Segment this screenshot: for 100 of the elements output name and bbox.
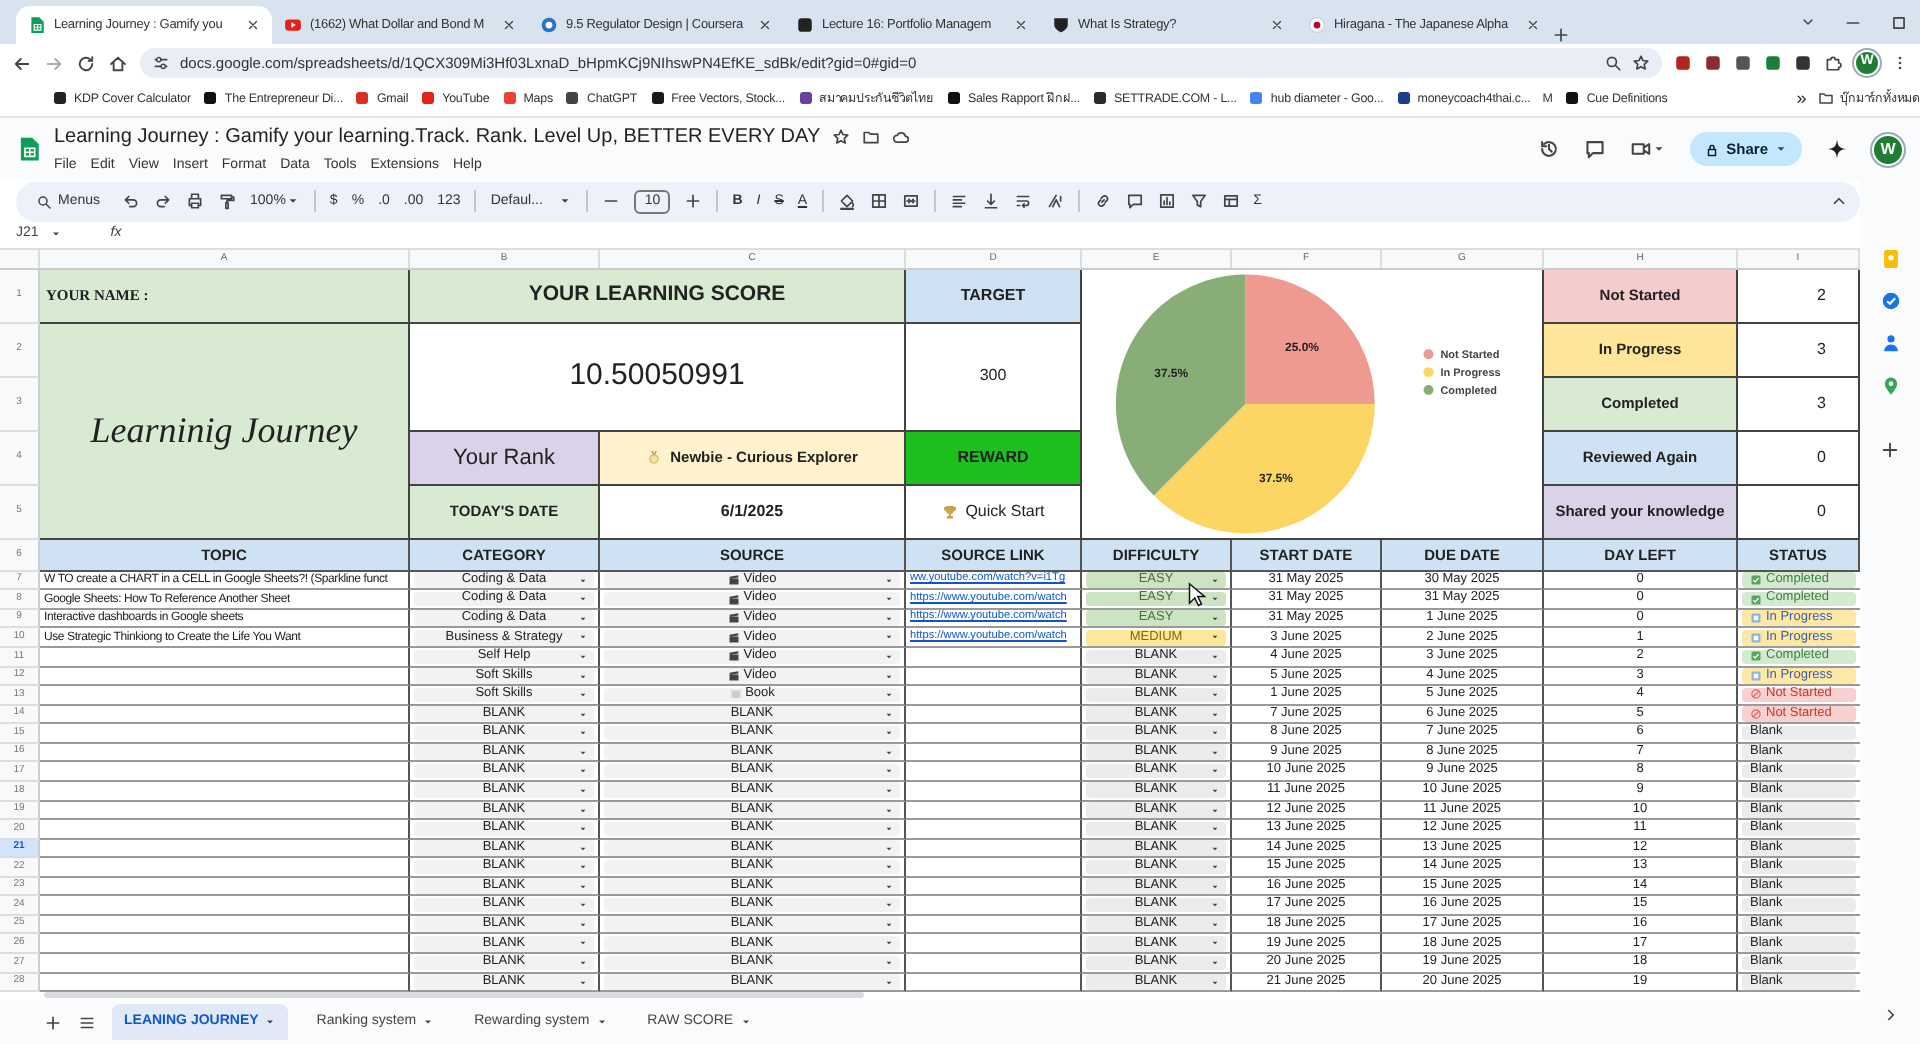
clapperboard-icon <box>727 650 740 663</box>
folder-icon[interactable] <box>862 127 881 146</box>
caret-icon <box>264 1016 277 1029</box>
add-icon[interactable] <box>1880 440 1900 460</box>
checkbox-icon <box>1750 593 1762 606</box>
tasks-icon[interactable] <box>1879 290 1901 312</box>
status-count: 3 <box>1738 377 1860 432</box>
map-pin-icon[interactable] <box>1879 374 1901 396</box>
fill-color-icon[interactable] <box>837 192 856 211</box>
chart-icon[interactable] <box>1157 192 1176 211</box>
site-icon <box>420 90 437 107</box>
close-icon[interactable] <box>1270 18 1284 32</box>
text-rotate-icon[interactable] <box>1045 192 1064 211</box>
plus-icon[interactable] <box>684 192 703 211</box>
caret-icon <box>422 1016 435 1029</box>
play-icon <box>284 16 302 34</box>
close-icon[interactable] <box>758 18 772 32</box>
caret-icon <box>1774 142 1788 156</box>
add-sheet-icon[interactable] <box>44 1013 62 1032</box>
site-icon <box>501 90 518 107</box>
bookmark-star-icon[interactable] <box>1632 54 1650 72</box>
align-icon[interactable] <box>949 192 968 211</box>
close-icon[interactable] <box>502 18 516 32</box>
link-icon[interactable] <box>1093 192 1112 211</box>
filter-icon[interactable] <box>1189 192 1208 211</box>
circle-icon <box>540 16 558 34</box>
text-wrap-icon[interactable] <box>1013 192 1032 211</box>
reward-value: Quick Start <box>965 499 1045 524</box>
status-count: 2 <box>1738 269 1860 324</box>
site-icon <box>564 90 581 107</box>
table-icon[interactable] <box>1221 192 1240 211</box>
lock-icon <box>1704 141 1721 157</box>
profile-avatar[interactable]: W <box>1872 133 1904 165</box>
status-count: 0 <box>1738 485 1860 540</box>
all-sheets-icon[interactable] <box>78 1013 96 1032</box>
video-camera-icon[interactable] <box>1630 138 1653 160</box>
document-title[interactable]: Learning Journey : Gamify your learning.Track. Rank. Level Up, BETTER EVERY DAY <box>54 121 821 152</box>
status-count: 3 <box>1738 323 1860 378</box>
vertical-align-icon[interactable] <box>981 192 1000 211</box>
close-icon[interactable] <box>1526 18 1540 32</box>
site-icon <box>649 90 666 107</box>
site-icon <box>354 90 371 107</box>
circle-slash-icon <box>1750 708 1762 720</box>
shield-icon <box>1052 16 1070 34</box>
clapperboard-icon <box>727 669 740 682</box>
close-icon[interactable] <box>246 18 260 32</box>
sheets-logo[interactable] <box>16 132 42 166</box>
zoom-icon[interactable] <box>1604 54 1622 72</box>
back-icon[interactable] <box>12 53 32 73</box>
date-value: 6/1/2025 <box>600 485 906 540</box>
reward-label: REWARD <box>906 431 1082 486</box>
merge-icon[interactable] <box>901 192 920 211</box>
sheets-icon <box>28 16 46 34</box>
undo-icon[interactable] <box>122 192 141 211</box>
redo-icon[interactable] <box>154 192 173 211</box>
caret-icon[interactable] <box>1652 142 1667 156</box>
chevron-down-icon[interactable] <box>1800 14 1816 30</box>
site-icon <box>945 90 962 107</box>
home-icon[interactable] <box>108 53 128 73</box>
comment-icon[interactable] <box>1584 138 1607 160</box>
trophy-icon <box>941 503 958 520</box>
flag-icon <box>1308 16 1326 34</box>
clapperboard-icon <box>727 631 740 644</box>
square-icon <box>796 16 814 34</box>
history-icon[interactable] <box>1538 138 1561 160</box>
star-icon[interactable] <box>832 127 851 146</box>
score-label: YOUR LEARNING SCORE <box>410 269 906 324</box>
folder-icon <box>1818 90 1835 107</box>
reload-icon[interactable] <box>76 53 96 73</box>
paint-roller-icon[interactable] <box>218 192 237 211</box>
new-tab-icon[interactable] <box>1552 26 1570 44</box>
horizontal-scrollbar[interactable] <box>44 992 864 999</box>
comment-icon[interactable] <box>1125 192 1144 211</box>
contacts-icon[interactable] <box>1879 332 1901 354</box>
site-icon <box>1248 90 1265 107</box>
site-icon <box>1395 90 1412 107</box>
extensions-icon[interactable] <box>1824 54 1842 72</box>
medal-icon <box>646 449 663 466</box>
close-icon[interactable] <box>1014 18 1028 32</box>
sparkle-icon[interactable] <box>1826 138 1848 160</box>
borders-icon[interactable] <box>869 192 888 211</box>
journey-title: Learninig Journey <box>40 323 410 540</box>
target-label: TARGET <box>906 269 1082 324</box>
site-settings-icon[interactable] <box>152 54 170 72</box>
square-icon <box>1750 612 1762 625</box>
maximize-icon[interactable] <box>1890 13 1908 31</box>
print-icon[interactable] <box>186 192 205 211</box>
square-icon <box>1750 631 1762 644</box>
score-value: 10.50050991 <box>410 323 906 432</box>
caret-icon[interactable] <box>50 228 63 241</box>
caret-icon <box>595 1016 608 1029</box>
site-icon <box>202 90 219 107</box>
cloud-icon[interactable] <box>892 127 911 146</box>
checkbox-icon <box>1750 650 1762 663</box>
more-bookmarks-button[interactable]: » <box>1796 85 1807 113</box>
clapperboard-icon <box>727 574 740 587</box>
square-icon <box>1750 669 1762 682</box>
site-icon <box>1564 90 1581 107</box>
site-icon <box>797 90 814 107</box>
checkbox-icon <box>1750 574 1762 587</box>
